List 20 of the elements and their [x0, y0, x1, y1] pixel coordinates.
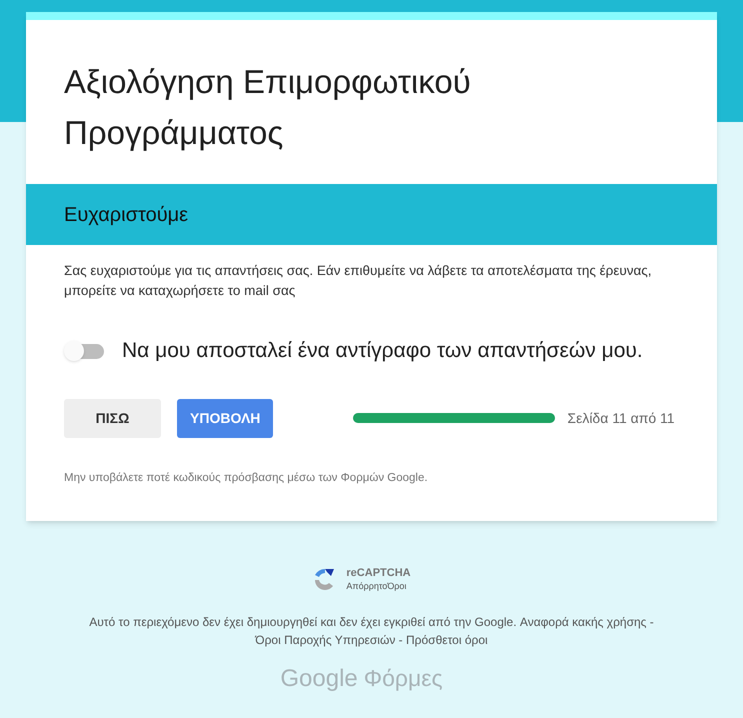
section-title: Ευχαριστούμε: [64, 202, 188, 228]
password-warning: Μην υποβάλετε ποτέ κωδικούς πρόσβασης μέσω των Φορμών Google.: [64, 470, 429, 486]
footer-link[interactable]: Πρόσθετοι όροι: [406, 632, 488, 647]
google-logo: Google: [280, 664, 358, 694]
footer-disclaimer: Αυτό το περιεχόμενο δεν έχει δημιουργηθεί και δεν έχει εγκριθεί από την Google.: [89, 614, 517, 629]
copy-label: Να μου αποσταλεί ένα αντίγραφο των απαντήσεών μου.: [122, 338, 643, 364]
footer-link[interactable]: Αναφορά κακής χρήσης: [520, 614, 646, 629]
submit-button[interactable]: ΥΠΟΒΟΛΗ: [177, 398, 274, 438]
recaptcha-link[interactable]: Όροι: [387, 580, 406, 593]
recaptcha-label: reCAPTCHA: [346, 566, 411, 580]
section-description: Σας ευχαριστούμε για τις απαντήσεις σας. Εάν επιθυμείτε να λάβετε τα αποτελέσματα της έρευνας, μπορείτε να καταχωρήσετε το mail σας: [64, 262, 653, 300]
page-indicator: Σελίδα 11 από 11: [567, 408, 675, 428]
link-separator: -: [398, 632, 404, 647]
recaptcha-link[interactable]: Απόρρητο: [346, 580, 388, 593]
form-title: Αξιολόγηση Επιμορφωτικού Προγράμματος: [64, 62, 472, 153]
link-separator: -: [648, 614, 654, 629]
toggle-switch[interactable]: [64, 340, 106, 361]
footer-link[interactable]: Όροι Παροχής Υπηρεσιών: [255, 632, 396, 647]
product-name: Φόρμες: [364, 664, 443, 693]
back-button[interactable]: ΠΙΣΩ: [64, 398, 161, 438]
